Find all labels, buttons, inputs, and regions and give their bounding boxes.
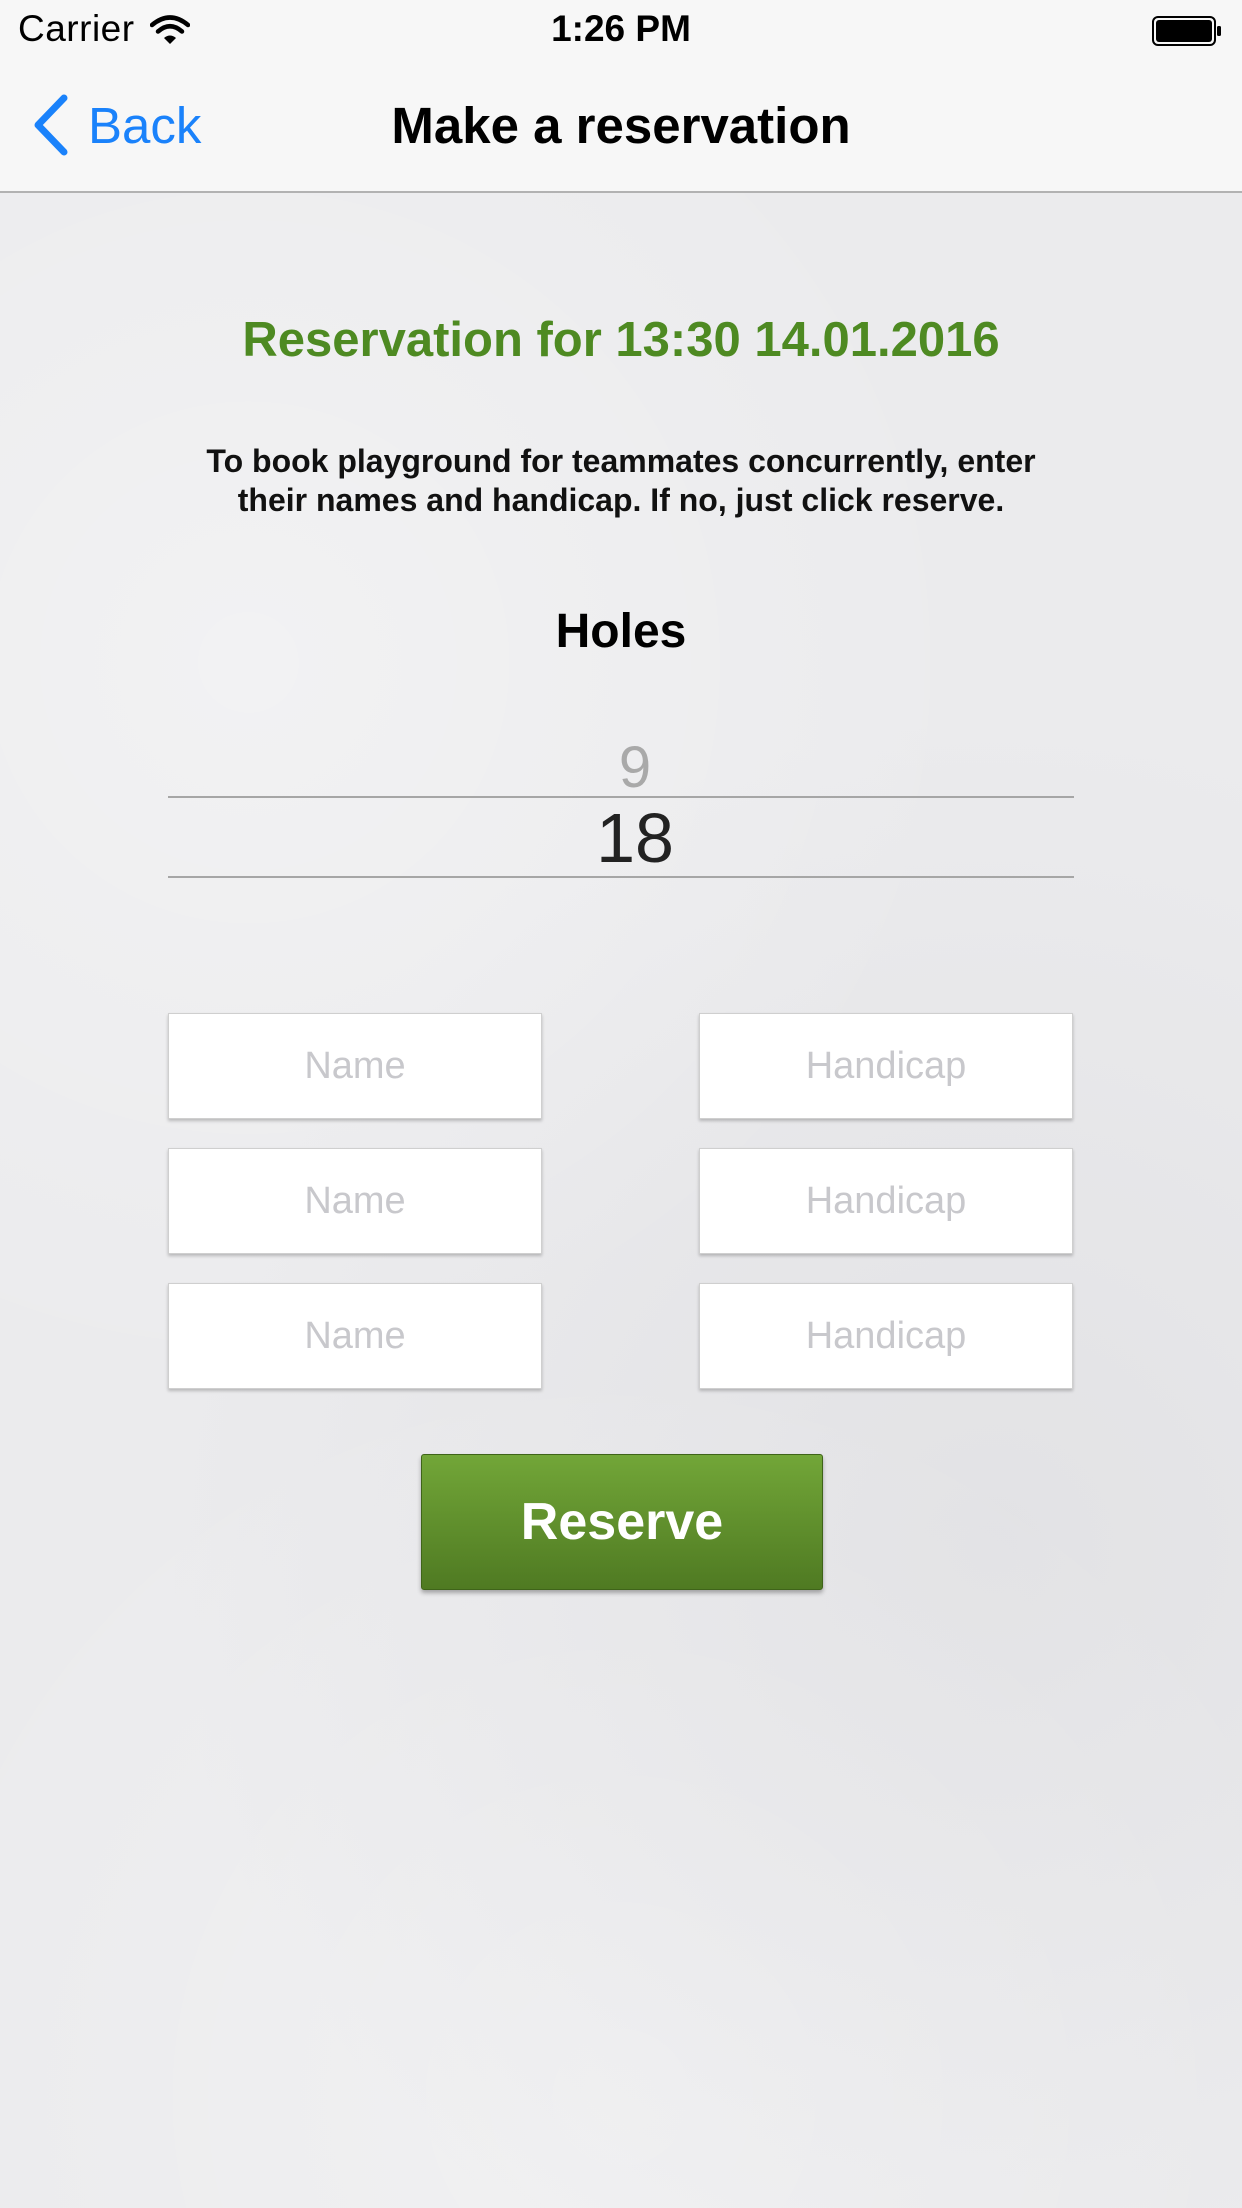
reserve-button[interactable]: Reserve (421, 1454, 823, 1590)
holes-picker[interactable]: 9 18 (168, 720, 1074, 890)
page-title: Make a reservation (391, 97, 851, 154)
status-time: 1:26 PM (551, 8, 691, 49)
teammate-handicap-input[interactable]: Handicap (699, 1013, 1073, 1119)
holes-label: Holes (555, 605, 687, 658)
status-bar: Carrier 1:26 PM (0, 0, 1242, 60)
teammate-name-input[interactable]: Name (168, 1013, 542, 1119)
instructions-text: To book playground for teammates concurr… (206, 443, 1036, 518)
picker-selection-divider (168, 876, 1074, 878)
teammate-handicap-input[interactable]: Handicap (699, 1283, 1073, 1389)
picker-selected-option[interactable]: 18 (182, 798, 1088, 878)
teammate-handicap-input[interactable]: Handicap (699, 1148, 1073, 1254)
picker-option[interactable]: 9 (182, 734, 1088, 801)
teammate-name-input[interactable]: Name (168, 1148, 542, 1254)
battery-icon (1152, 16, 1222, 46)
teammate-name-input[interactable]: Name (168, 1283, 542, 1389)
reservation-title: Reservation for 13:30 14.01.2016 (242, 313, 1000, 367)
navigation-bar: Back Make a reservation (0, 60, 1242, 193)
